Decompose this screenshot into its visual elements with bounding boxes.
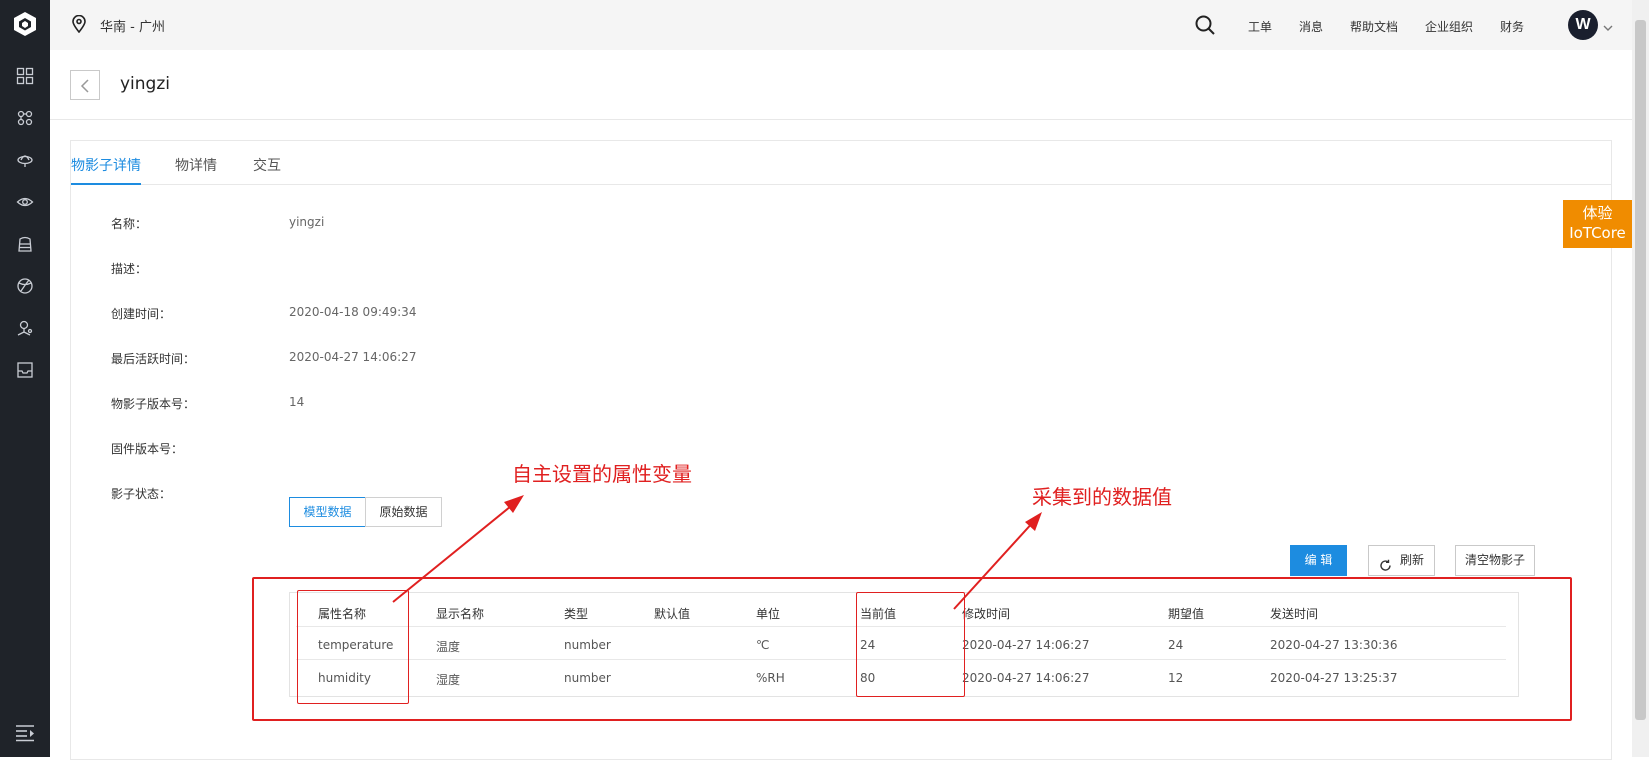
- last-active-label: 最后活跃时间：: [111, 352, 196, 366]
- raw-data-toggle[interactable]: 原始数据: [365, 497, 442, 527]
- chevron-down-icon[interactable]: [1603, 18, 1613, 31]
- globe-icon[interactable]: [16, 277, 34, 295]
- name-label: 名称：: [111, 217, 148, 231]
- page-header: yingzi: [50, 50, 1632, 120]
- clear-shadow-button[interactable]: 清空物影子: [1455, 545, 1535, 576]
- promo-line-1: 体验: [1582, 204, 1613, 222]
- annotation-property-name-outline: [297, 590, 409, 704]
- active-tab-indicator: [71, 183, 141, 185]
- top-bar: 华南 - 广州 工单 消息 帮助文档 企业组织 财务 W: [50, 0, 1632, 50]
- menu-ticket[interactable]: 工单: [1248, 18, 1272, 35]
- monitor-eye-icon[interactable]: [16, 193, 34, 211]
- location-user-icon[interactable]: [16, 319, 34, 337]
- annotation-note-property-variable: 自主设置的属性变量: [512, 462, 692, 486]
- annotation-current-value-outline: [856, 592, 965, 697]
- shadow-version-value: 14: [289, 395, 305, 409]
- try-iotcore-button[interactable]: 体验 IoTCore: [1563, 200, 1632, 248]
- menu-messages[interactable]: 消息: [1299, 18, 1323, 35]
- name-value: yingzi: [289, 215, 325, 229]
- dashboard-icon[interactable]: [16, 67, 34, 85]
- page-scrollbar[interactable]: [1632, 0, 1649, 757]
- region-selector[interactable]: 华南 - 广州: [100, 16, 165, 35]
- cloud-service-icon[interactable]: [16, 151, 34, 169]
- inbox-icon[interactable]: [16, 361, 34, 379]
- page-title: yingzi: [120, 74, 170, 94]
- tab-shadow-details[interactable]: 物影子详情: [71, 155, 141, 175]
- menu-help-docs[interactable]: 帮助文档: [1350, 18, 1398, 35]
- logo-icon[interactable]: [12, 11, 38, 37]
- tab-thing-details[interactable]: 物详情: [175, 155, 217, 175]
- created-time-value: 2020-04-18 09:49:34: [289, 305, 417, 319]
- annotation-note-collected-data: 采集到的数据值: [1032, 485, 1172, 509]
- user-avatar[interactable]: W: [1568, 10, 1598, 40]
- sidebar-collapse-icon[interactable]: [15, 724, 35, 742]
- scrollbar-thumb[interactable]: [1635, 20, 1646, 720]
- menu-finance[interactable]: 财务: [1500, 18, 1524, 35]
- edit-button[interactable]: 编 辑: [1290, 545, 1347, 576]
- storage-icon[interactable]: [16, 235, 34, 253]
- menu-enterprise[interactable]: 企业组织: [1425, 18, 1473, 35]
- created-time-label: 创建时间：: [111, 307, 172, 321]
- promo-line-2: IoTCore: [1569, 224, 1626, 242]
- shadow-version-label: 物影子版本号：: [111, 397, 196, 411]
- sidebar: [0, 0, 50, 757]
- refresh-icon: [1379, 554, 1392, 571]
- firmware-version-label: 固件版本号：: [111, 442, 184, 456]
- description-label: 描述：: [111, 262, 148, 276]
- shadow-state-label: 影子状态：: [111, 487, 172, 501]
- search-icon[interactable]: [1194, 14, 1216, 36]
- refresh-button[interactable]: 刷新: [1368, 545, 1435, 576]
- device-network-icon[interactable]: [16, 109, 34, 127]
- chevron-left-icon: [80, 79, 89, 93]
- tab-bar: 物影子详情 物详情 交互: [71, 141, 1611, 185]
- refresh-label: 刷新: [1400, 553, 1425, 567]
- location-pin-icon[interactable]: [72, 14, 86, 34]
- last-active-value: 2020-04-27 14:06:27: [289, 350, 417, 364]
- back-button[interactable]: [70, 70, 100, 100]
- tab-interaction[interactable]: 交互: [253, 155, 281, 175]
- model-data-toggle[interactable]: 模型数据: [289, 497, 366, 527]
